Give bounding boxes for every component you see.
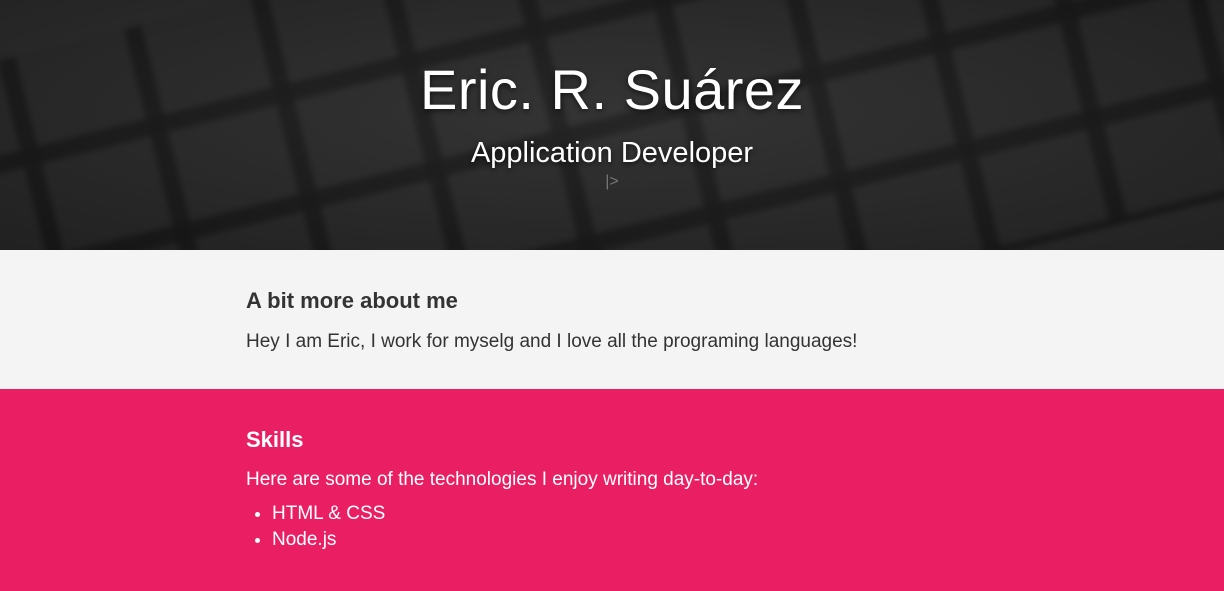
page-title: Eric. R. Suárez	[419, 58, 805, 121]
about-text: Hey I am Eric, I work for myselg and I l…	[246, 331, 858, 352]
skills-list-item: HTML & CSS	[272, 501, 1224, 527]
typing-cursor: |>	[605, 173, 619, 190]
hero-section: Eric. R. Suárez Application Developer |>	[0, 0, 1224, 250]
skills-list-item: Node.js	[272, 527, 1224, 553]
hero-content: Eric. R. Suárez Application Developer |>	[0, 0, 1224, 192]
about-section: A bit more about me Hey I am Eric, I wor…	[0, 250, 1224, 389]
skills-heading: Skills	[246, 427, 304, 452]
skills-list: HTML & CSS Node.js	[246, 501, 1224, 553]
skills-section: Skills Here are some of the technologies…	[0, 389, 1224, 591]
skills-intro: Here are some of the technologies I enjo…	[246, 469, 759, 490]
about-heading: A bit more about me	[246, 288, 458, 313]
job-title: Application Developer	[470, 137, 754, 169]
